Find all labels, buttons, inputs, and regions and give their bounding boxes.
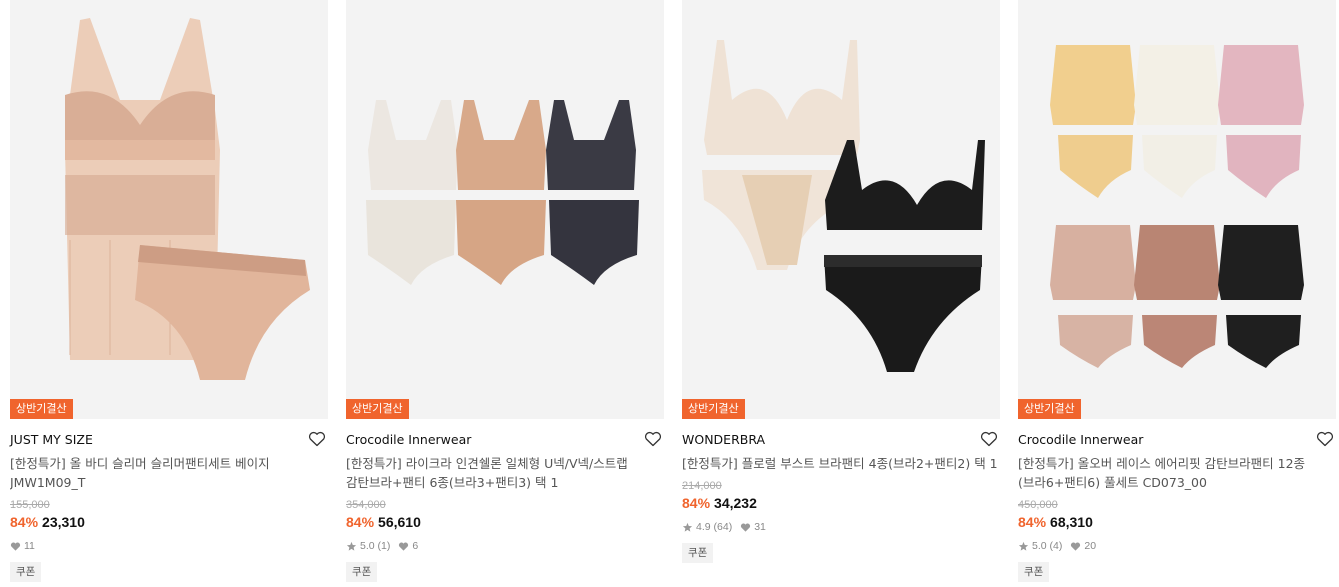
coupon-tag: 쿠폰 <box>1018 562 1050 582</box>
brand-name[interactable]: WONDERBRA <box>682 432 1000 448</box>
original-price: 450,000 <box>1018 499 1058 511</box>
review-count: (64) <box>713 521 733 533</box>
brand-name[interactable]: Crocodile Innerwear <box>346 432 664 448</box>
product-card[interactable]: 상반기결산 Crocodile Innerwear [한정특가] 라이크라 인견… <box>346 0 664 587</box>
likes-heart-icon <box>399 542 409 551</box>
sale-price: 23,310 <box>42 514 85 530</box>
original-price: 354,000 <box>346 499 386 511</box>
product-image[interactable]: 상반기결산 <box>346 0 664 419</box>
product-meta: 5.0 (4) 20 <box>1018 539 1336 553</box>
brand-name[interactable]: JUST MY SIZE <box>10 432 328 448</box>
coupon-tag: 쿠폰 <box>682 543 714 563</box>
wishlist-heart-icon[interactable] <box>980 430 998 448</box>
likes-count: 11 <box>24 540 35 552</box>
discount-rate: 84% <box>682 495 711 511</box>
product-photo-lace-set <box>682 0 1000 419</box>
likes-count: 31 <box>754 521 766 533</box>
sale-price: 56,610 <box>378 514 421 530</box>
product-card[interactable]: 상반기결산 JUST MY SIZE [한정특가] 올 바디 슬리머 슬리머팬티… <box>10 0 328 587</box>
sale-price: 68,310 <box>1050 514 1093 530</box>
promo-badge: 상반기결산 <box>10 399 73 419</box>
product-meta: 4.9 (64) 31 <box>682 520 1000 534</box>
product-grid: 상반기결산 JUST MY SIZE [한정특가] 올 바디 슬리머 슬리머팬티… <box>0 0 1339 587</box>
wishlist-heart-icon[interactable] <box>308 430 326 448</box>
coupon-tag: 쿠폰 <box>346 562 378 582</box>
likes-count: 20 <box>1084 540 1097 552</box>
rating-star-icon <box>1018 541 1029 551</box>
product-photo-seamless-set <box>346 0 664 419</box>
wishlist-heart-icon[interactable] <box>1316 430 1334 448</box>
promo-badge: 상반기결산 <box>1018 399 1081 419</box>
product-meta: 11 <box>10 539 328 553</box>
review-count: (4) <box>1049 540 1063 552</box>
product-meta: 5.0 (1) 6 <box>346 539 664 553</box>
coupon-tag: 쿠폰 <box>10 562 42 582</box>
rating-value: 4.9 <box>696 521 711 533</box>
likes-heart-icon <box>10 542 21 551</box>
product-image[interactable]: 상반기결산 <box>10 0 328 419</box>
product-card[interactable]: 상반기결산 Crocodile Innerwear [한정특가] 올오버 레이스… <box>1018 0 1336 587</box>
product-photo-slip-set <box>10 0 328 419</box>
product-title[interactable]: [한정특가] 플로럴 부스트 브라팬티 4종(브라2+팬티2) 택 1 <box>682 454 1000 475</box>
review-count: (1) <box>377 540 391 552</box>
product-image[interactable]: 상반기결산 <box>682 0 1000 419</box>
sale-price: 34,232 <box>714 495 757 511</box>
rating-value: 5.0 <box>1032 540 1047 552</box>
discount-rate: 84% <box>10 514 39 530</box>
discount-rate: 84% <box>346 514 375 530</box>
product-image[interactable]: 상반기결산 <box>1018 0 1336 419</box>
rating-value: 5.0 <box>360 540 375 552</box>
product-photo-12-set <box>1018 0 1336 419</box>
product-title[interactable]: [한정특가] 올 바디 슬리머 슬리머팬티세트 베이지 JMW1M09_T <box>10 454 328 494</box>
product-title[interactable]: [한정특가] 라이크라 인견쉘론 일체형 U넥/V넥/스트랩 감탄브라+팬티 6… <box>346 454 664 494</box>
likes-heart-icon <box>1071 542 1081 551</box>
product-title[interactable]: [한정특가] 올오버 레이스 에어리핏 감탄브라팬티 12종(브라6+팬티6) … <box>1018 454 1336 494</box>
rating-star-icon <box>346 541 357 551</box>
product-card[interactable]: 상반기결산 WONDERBRA [한정특가] 플로럴 부스트 브라팬티 4종(브… <box>682 0 1000 587</box>
wishlist-heart-icon[interactable] <box>644 430 662 448</box>
rating-star-icon <box>682 522 693 532</box>
original-price: 155,000 <box>10 499 50 511</box>
original-price: 214,000 <box>682 480 722 492</box>
likes-heart-icon <box>741 523 751 532</box>
likes-count: 6 <box>412 540 419 552</box>
promo-badge: 상반기결산 <box>682 399 745 419</box>
promo-badge: 상반기결산 <box>346 399 409 419</box>
discount-rate: 84% <box>1018 514 1047 530</box>
brand-name[interactable]: Crocodile Innerwear <box>1018 432 1336 448</box>
